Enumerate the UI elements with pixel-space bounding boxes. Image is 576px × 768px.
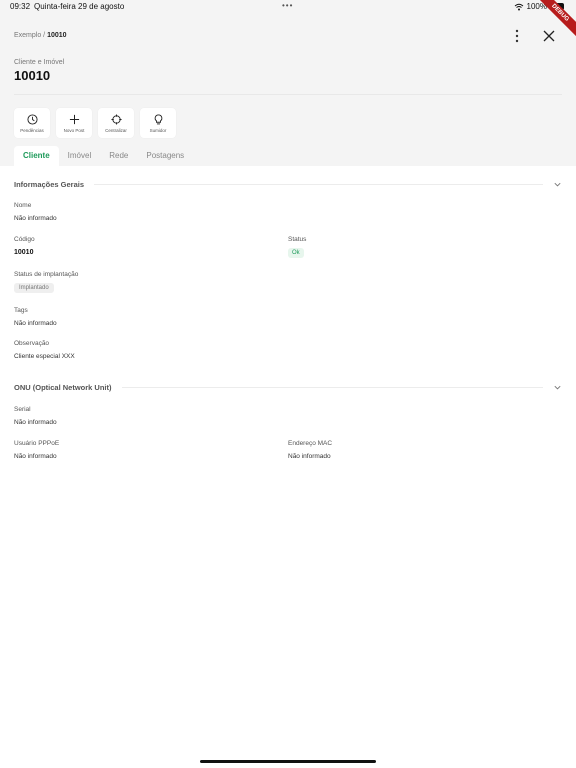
pppoe-value: Não informado bbox=[14, 453, 57, 460]
nome-value: Não informado bbox=[14, 215, 57, 222]
section-header-general[interactable]: Informações Gerais bbox=[14, 177, 562, 191]
status-bar: 09:32 Quinta-feira 29 de agosto ••• 100% bbox=[0, 0, 576, 14]
section-divider bbox=[121, 386, 543, 388]
centralizar-button[interactable]: Centralizar bbox=[98, 108, 134, 138]
serial-label: Serial bbox=[14, 406, 31, 413]
header: Exemplo / 10010 Cliente e Imóvel 10010 P… bbox=[0, 14, 576, 166]
mac-value: Não informado bbox=[288, 453, 331, 460]
tab-rede[interactable]: Rede bbox=[100, 146, 137, 166]
action-label: Pendências bbox=[20, 127, 44, 133]
title-divider bbox=[14, 94, 562, 95]
more-vertical-icon[interactable] bbox=[510, 28, 524, 44]
nome-label: Nome bbox=[14, 202, 32, 209]
wifi-icon bbox=[514, 3, 523, 10]
close-icon[interactable] bbox=[541, 28, 557, 44]
home-indicator[interactable] bbox=[200, 760, 376, 763]
action-label: Centralizar bbox=[105, 127, 127, 133]
crosshair-icon bbox=[110, 113, 122, 125]
page-subtitle: Cliente e Imóvel bbox=[14, 59, 65, 66]
lightbulb-icon bbox=[154, 113, 162, 124]
implantacao-label: Status de implantação bbox=[14, 271, 79, 278]
serial-value: Não informado bbox=[14, 419, 57, 426]
tab-postagens[interactable]: Postagens bbox=[137, 146, 193, 166]
chevron-down-icon bbox=[554, 182, 561, 186]
action-label: Sumidor bbox=[149, 127, 167, 133]
codigo-value: 10010 bbox=[14, 249, 34, 256]
observacao-value: Cliente especial XXX bbox=[14, 353, 75, 360]
status-badge: Ok bbox=[288, 248, 304, 258]
mac-label: Endereço MAC bbox=[288, 440, 333, 447]
observacao-label: Observação bbox=[14, 340, 50, 347]
breadcrumb-parent[interactable]: Exemplo bbox=[14, 32, 41, 39]
novo-post-button[interactable]: Novo Post bbox=[56, 108, 92, 138]
section-title: Informações Gerais bbox=[14, 179, 85, 189]
action-label: Novo Post bbox=[63, 127, 85, 133]
clock-icon bbox=[26, 113, 38, 125]
tab-cliente[interactable]: Cliente bbox=[14, 146, 59, 166]
status-time: 09:32 bbox=[10, 2, 31, 11]
pendencias-button[interactable]: Pendências bbox=[14, 108, 50, 138]
sumidor-button[interactable]: Sumidor bbox=[140, 108, 176, 138]
tab-bar: Cliente Imóvel Rede Postagens bbox=[14, 146, 193, 166]
status-label: Status bbox=[288, 236, 307, 243]
tags-label: Tags bbox=[14, 307, 28, 314]
section-title: ONU (Optical Network Unit) bbox=[14, 382, 112, 392]
multitasking-dots[interactable]: ••• bbox=[282, 1, 293, 10]
page-title: 10010 bbox=[14, 68, 51, 83]
breadcrumb-current: 10010 bbox=[47, 32, 67, 39]
section-divider bbox=[94, 183, 543, 185]
status-date: Quinta-feira 29 de agosto bbox=[34, 2, 125, 11]
implantacao-badge: Implantado bbox=[14, 283, 54, 293]
codigo-label: Código bbox=[14, 236, 35, 243]
breadcrumb: Exemplo / 10010 bbox=[14, 32, 67, 39]
plus-icon bbox=[69, 114, 79, 124]
chevron-down-icon bbox=[554, 385, 561, 389]
tags-value: Não informado bbox=[14, 320, 57, 327]
pppoe-label: Usuário PPPoE bbox=[14, 440, 60, 447]
section-header-onu[interactable]: ONU (Optical Network Unit) bbox=[14, 380, 562, 394]
action-bar: Pendências Novo Post Centralizar Sumidor bbox=[14, 108, 176, 138]
tab-imovel[interactable]: Imóvel bbox=[59, 146, 101, 166]
